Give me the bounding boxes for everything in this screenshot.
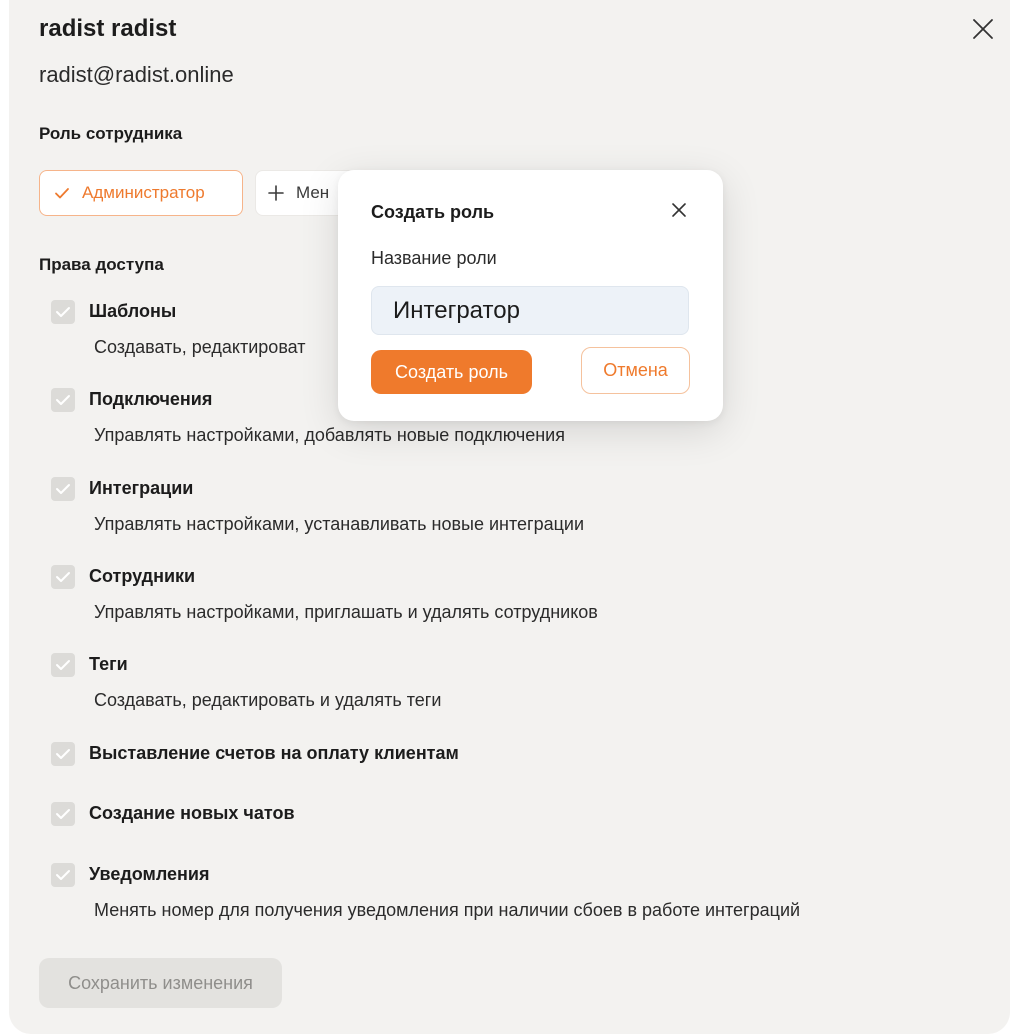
role-name-label: Название роли [371,248,497,268]
role-name-input[interactable] [371,286,689,335]
permission-checkbox[interactable] [51,388,75,412]
create-role-modal: Создать роль Название роли Создать роль … [338,170,723,421]
permission-description: Создавать, редактироват [94,337,306,357]
cancel-button[interactable]: Отмена [581,347,690,394]
permission-title: Подключения [89,389,213,409]
permission-title: Интеграции [89,478,194,498]
save-changes-button[interactable]: Сохранить изменения [39,958,282,1008]
check-icon [54,185,70,201]
permission-checkbox[interactable] [51,802,75,826]
role-chip-administrator[interactable]: Администратор [39,170,243,216]
close-icon[interactable] [669,200,689,220]
role-chip-label: Администратор [82,183,205,202]
permission-title: Сотрудники [89,566,196,586]
permission-checkbox[interactable] [51,477,75,501]
permission-description: Управлять настройками, устанавливать нов… [94,514,585,534]
permission-title: Шаблоны [89,301,177,321]
permission-title: Создание новых чатов [89,803,295,823]
permission-checkbox[interactable] [51,565,75,589]
permission-description: Управлять настройками, добавлять новые п… [94,425,565,445]
role-chip-label: Мен [296,183,330,202]
role-section-title: Роль сотрудника [39,124,183,143]
modal-title: Создать роль [371,202,495,222]
create-role-button[interactable]: Создать роль [371,350,532,394]
permission-title: Теги [89,654,128,674]
permission-checkbox[interactable] [51,863,75,887]
permission-description: Управлять настройками, приглашать и удал… [94,602,598,622]
employee-email: radist@radist.online [39,62,234,87]
permission-title: Уведомления [89,864,210,884]
permission-description: Создавать, редактировать и удалять теги [94,690,442,710]
permission-title: Выставление счетов на оплату клиентам [89,743,459,763]
plus-icon [268,185,284,201]
permission-checkbox[interactable] [51,653,75,677]
employee-panel: radist radist radist@radist.online Роль … [9,0,1010,1034]
employee-name: radist radist [39,15,177,42]
permission-checkbox[interactable] [51,300,75,324]
permission-checkbox[interactable] [51,742,75,766]
close-icon[interactable] [970,16,996,42]
permissions-section-title: Права доступа [39,255,164,274]
permission-description: Менять номер для получения уведомления п… [94,900,801,920]
